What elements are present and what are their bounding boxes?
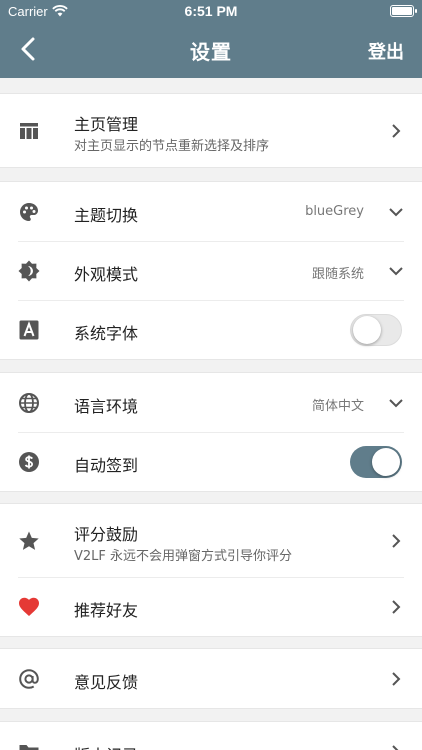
battery-icon [390, 5, 417, 17]
settings-row-recommend[interactable]: 推荐好友 [0, 577, 422, 636]
page-title: 设置 [190, 40, 232, 64]
chevron-down-icon [389, 207, 403, 216]
chevron-right-icon [392, 744, 399, 750]
setting-label: 主页管理 [74, 114, 139, 134]
settings-group-home: 主页管理 对主页显示的节点重新选择及排序 [0, 93, 422, 168]
setting-label: 版本记录 [74, 742, 138, 750]
settings-row-system-font: 系统字体 [0, 300, 422, 359]
setting-value: 跟随系统 [311, 266, 364, 282]
settings-group-version: 版本记录 [0, 721, 422, 750]
settings-row-home-management[interactable]: 主页管理 对主页显示的节点重新选择及排序 [0, 94, 422, 167]
star-icon [19, 531, 39, 550]
font-icon [19, 320, 39, 339]
chevron-down-icon [389, 398, 403, 407]
chevron-right-icon [392, 671, 401, 686]
setting-description: V2LF 永远不会用弹窗方式引导你评分 [74, 548, 293, 564]
chevron-right-icon [392, 599, 401, 614]
settings-group-feedback: 意见反馈 [0, 648, 422, 709]
folder-icon [19, 744, 39, 750]
settings-row-version-history[interactable]: 版本记录 [0, 722, 422, 750]
setting-label: 主题切换 [74, 205, 139, 225]
settings-row-feedback[interactable]: 意见反馈 [0, 649, 422, 708]
settings-row-auto-checkin: 自动签到 [0, 432, 422, 491]
logout-button[interactable]: 登出 [368, 38, 404, 64]
setting-label: 意见反馈 [74, 672, 139, 692]
table-icon [20, 122, 38, 139]
setting-value: 简体中文 [311, 398, 364, 414]
settings-row-appearance-mode[interactable]: 外观模式 跟随系统 [0, 241, 422, 300]
setting-label: 语言环境 [74, 396, 139, 416]
brightness-icon [18, 260, 40, 281]
palette-icon [20, 202, 38, 221]
settings-row-rate[interactable]: 评分鼓励 V2LF 永远不会用弹窗方式引导你评分 [0, 504, 422, 577]
status-bar: Carrier 6:51 PM [0, 0, 422, 22]
system-font-toggle[interactable] [350, 313, 402, 346]
chevron-down-icon [389, 266, 403, 275]
settings-group-general: 语言环境 简体中文 自动签到 [0, 372, 422, 492]
app-bar: Carrier 6:51 PM 设置 登出 [0, 0, 422, 78]
setting-description: 对主页显示的节点重新选择及排序 [74, 138, 270, 154]
settings-row-theme[interactable]: 主题切换 blueGrey [0, 182, 422, 241]
settings-row-language[interactable]: 语言环境 简体中文 [0, 373, 422, 432]
globe-icon [19, 392, 39, 413]
auto-checkin-toggle[interactable] [350, 445, 402, 478]
dollar-icon [19, 451, 39, 472]
setting-label: 评分鼓励 [74, 524, 139, 544]
setting-label: 推荐好友 [74, 600, 139, 620]
settings-group-share: 评分鼓励 V2LF 永远不会用弹窗方式引导你评分 推荐好友 [0, 503, 422, 637]
at-icon [19, 668, 39, 689]
status-time: 6:51 PM [184, 3, 238, 19]
heart-icon [19, 597, 39, 616]
setting-label: 外观模式 [74, 264, 139, 284]
setting-label: 自动签到 [74, 455, 139, 475]
chevron-right-icon [392, 533, 401, 548]
setting-label: 系统字体 [74, 323, 139, 343]
settings-group-appearance: 主题切换 blueGrey 外观模式 跟随系统 系统字体 [0, 181, 422, 360]
chevron-right-icon [392, 123, 401, 138]
setting-value: blueGrey [305, 203, 364, 219]
